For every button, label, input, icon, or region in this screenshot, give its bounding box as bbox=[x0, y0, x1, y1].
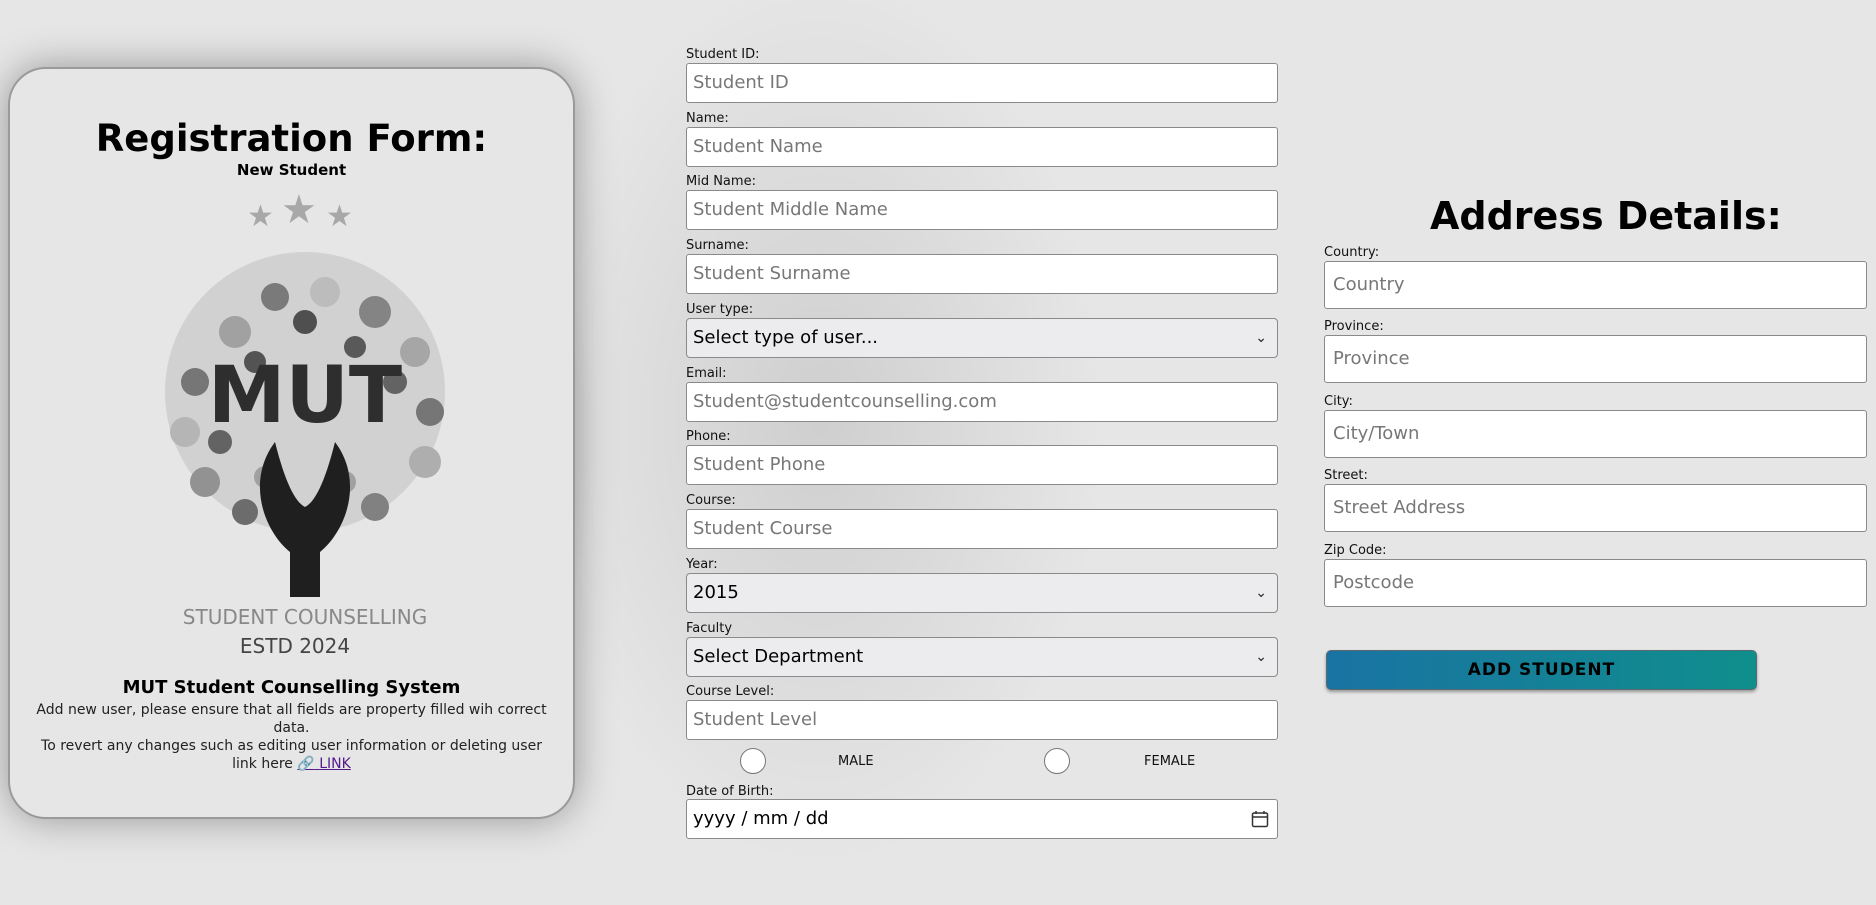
mid-name-label: Mid Name: bbox=[686, 174, 756, 189]
chevron-down-icon: ⌄ bbox=[1255, 585, 1267, 601]
mid-name-input[interactable]: Student Middle Name bbox=[686, 190, 1278, 230]
male-label: MALE bbox=[838, 754, 874, 769]
street-label: Street: bbox=[1324, 468, 1368, 483]
course-label: Course: bbox=[686, 493, 736, 508]
name-label: Name: bbox=[686, 111, 729, 126]
zip-label: Zip Code: bbox=[1324, 543, 1387, 558]
student-id-label: Student ID: bbox=[686, 47, 760, 62]
street-input[interactable]: Street Address bbox=[1324, 484, 1867, 532]
user-type-select[interactable]: Select type of user... ⌄ bbox=[686, 318, 1278, 358]
description-line-2: To revert any changes such as editing us… bbox=[41, 738, 542, 772]
stars-decoration: ★ ★ ★ bbox=[10, 187, 573, 234]
star-icon: ★ bbox=[326, 199, 353, 234]
revert-link[interactable]: 🔗 LINK bbox=[297, 756, 350, 772]
course-level-label: Course Level: bbox=[686, 684, 775, 699]
address-title: Address Details: bbox=[1430, 194, 1782, 238]
page-title: Registration Form: bbox=[95, 117, 488, 160]
revert-link-label: LINK bbox=[319, 756, 351, 772]
year-select[interactable]: 2015 ⌄ bbox=[686, 573, 1278, 613]
course-input[interactable]: Student Course bbox=[686, 509, 1278, 549]
registration-card: Registration Form: New Student ★ ★ ★ MUT… bbox=[8, 67, 575, 819]
student-id-input[interactable]: Student ID bbox=[686, 63, 1278, 103]
female-label: FEMALE bbox=[1144, 754, 1196, 769]
city-input[interactable]: City/Town bbox=[1324, 410, 1867, 458]
province-label: Province: bbox=[1324, 319, 1384, 334]
chevron-down-icon: ⌄ bbox=[1255, 330, 1267, 346]
name-input[interactable]: Student Name bbox=[686, 127, 1278, 167]
user-type-label: User type: bbox=[686, 302, 754, 317]
logo-mut-text: MUT bbox=[208, 351, 402, 441]
faculty-label: Faculty bbox=[686, 621, 733, 636]
dob-input[interactable]: yyyy / mm / dd bbox=[686, 799, 1278, 839]
page-subtitle: New Student bbox=[236, 161, 347, 179]
star-icon: ★ bbox=[247, 199, 274, 234]
surname-input[interactable]: Student Surname bbox=[686, 254, 1278, 294]
student-counselling-logo: MUT STUDENT COUNSELLING ESTD 2024 bbox=[165, 252, 445, 658]
city-label: City: bbox=[1324, 394, 1353, 409]
system-name: MUT Student Counselling System bbox=[122, 677, 461, 698]
logo-established: ESTD 2024 bbox=[240, 634, 350, 658]
male-radio[interactable] bbox=[740, 748, 766, 774]
calendar-icon[interactable] bbox=[1251, 810, 1269, 828]
chevron-down-icon: ⌄ bbox=[1255, 649, 1267, 665]
phone-label: Phone: bbox=[686, 429, 731, 444]
description-line-1: Add new user, please ensure that all fie… bbox=[36, 702, 547, 736]
link-icon: 🔗 bbox=[297, 756, 315, 772]
course-level-input[interactable]: Student Level bbox=[686, 700, 1278, 740]
phone-input[interactable]: Student Phone bbox=[686, 445, 1278, 485]
dob-label: Date of Birth: bbox=[686, 784, 774, 799]
card-description: Add new user, please ensure that all fie… bbox=[32, 701, 551, 773]
year-label: Year: bbox=[686, 557, 718, 572]
logo-caption: STUDENT COUNSELLING bbox=[183, 605, 427, 629]
email-label: Email: bbox=[686, 366, 727, 381]
star-icon: ★ bbox=[281, 187, 317, 233]
zip-input[interactable]: Postcode bbox=[1324, 559, 1867, 607]
email-input[interactable]: Student@studentcounselling.com bbox=[686, 382, 1278, 422]
country-input[interactable]: Country bbox=[1324, 261, 1867, 309]
country-label: Country: bbox=[1324, 245, 1380, 260]
add-student-button[interactable]: ADD STUDENT bbox=[1326, 650, 1757, 690]
province-input[interactable]: Province bbox=[1324, 335, 1867, 383]
surname-label: Surname: bbox=[686, 238, 749, 253]
faculty-select[interactable]: Select Department ⌄ bbox=[686, 637, 1278, 677]
female-radio[interactable] bbox=[1044, 748, 1070, 774]
